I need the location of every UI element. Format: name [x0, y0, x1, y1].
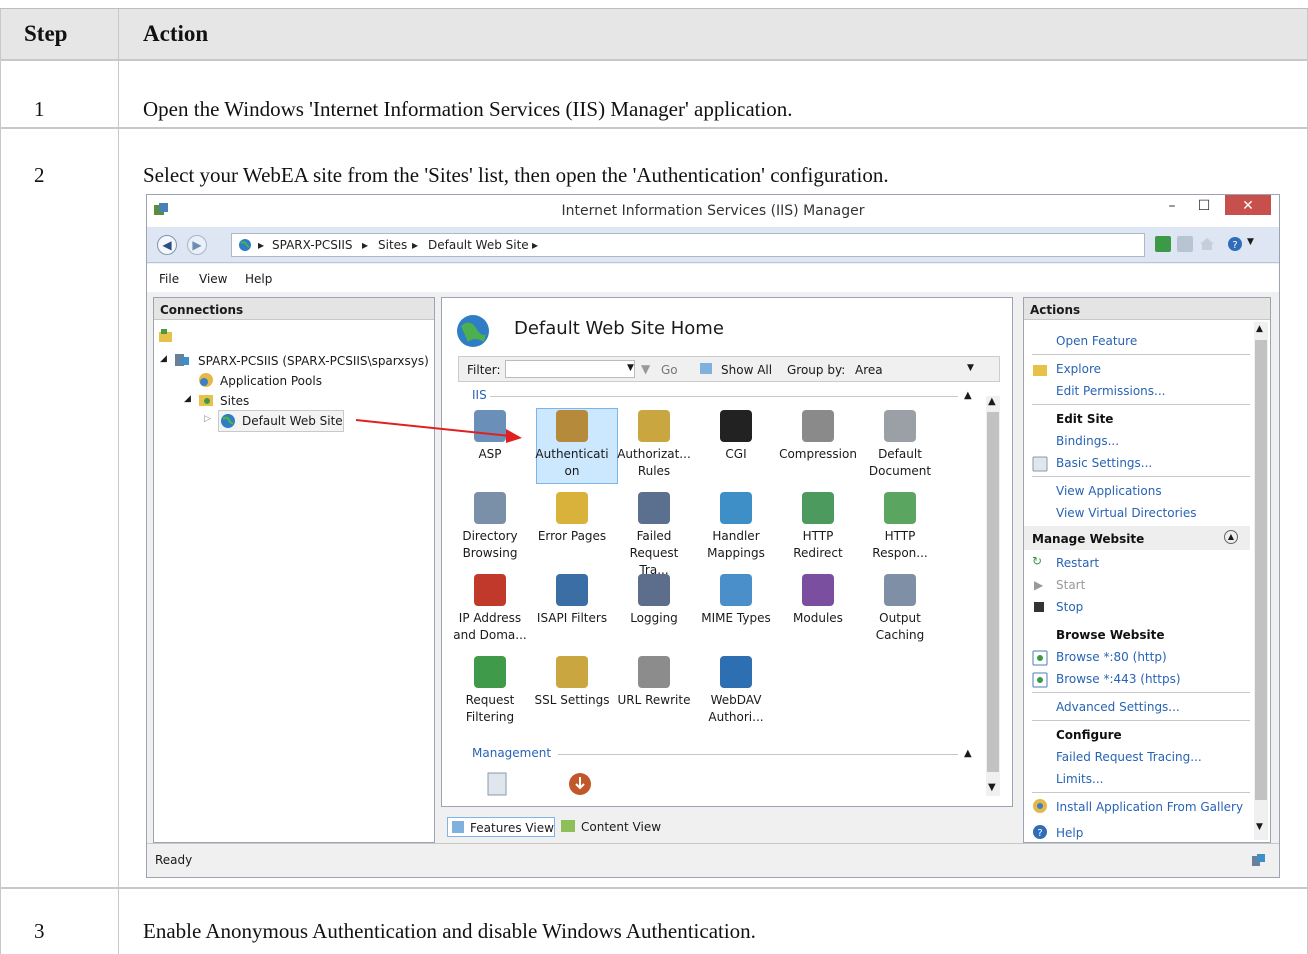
arrow-head: [506, 429, 522, 443]
annotation-arrow: [355, 419, 522, 443]
arrow-line: [355, 419, 511, 437]
